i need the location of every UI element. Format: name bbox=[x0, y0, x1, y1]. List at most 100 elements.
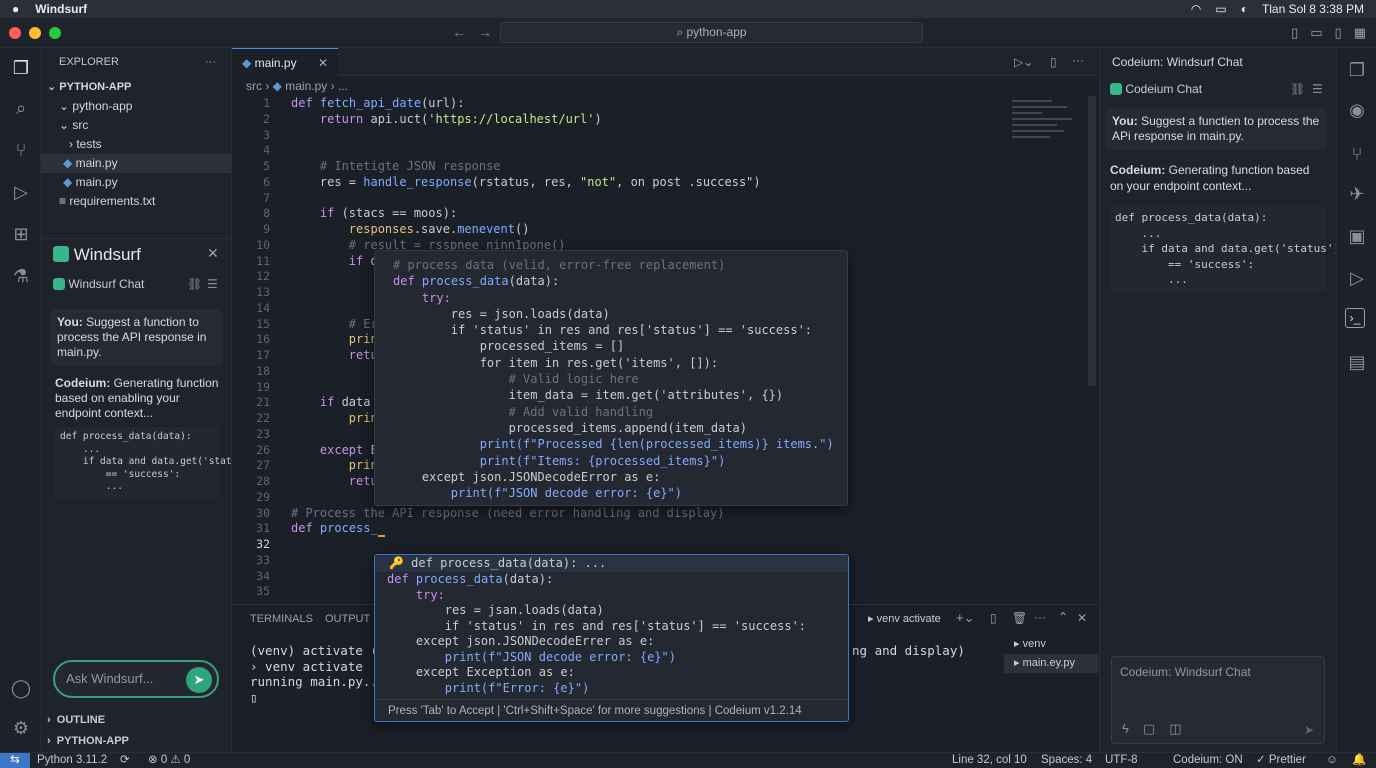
back-arrow-icon[interactable]: ← bbox=[452, 24, 478, 40]
trash-icon[interactable]: 🗑 bbox=[1012, 611, 1027, 625]
docker-icon[interactable]: ▤ bbox=[1345, 350, 1369, 374]
terminal-selector[interactable]: ▸ venv activate bbox=[868, 612, 941, 625]
send-icon[interactable]: ➤ bbox=[186, 667, 212, 693]
control-center-icon[interactable]: ◐ bbox=[1241, 2, 1248, 16]
breadcrumb-file[interactable]: main.py bbox=[285, 79, 327, 93]
toggle-secondary-sidebar-icon[interactable]: ▯ bbox=[1335, 25, 1342, 41]
toggle-sidebar-icon[interactable]: ▯ bbox=[1291, 25, 1298, 41]
command-center-search[interactable]: ⌕ python-app bbox=[500, 22, 923, 43]
attach-icon[interactable]: ▢ bbox=[1143, 721, 1169, 736]
account-icon[interactable]: ◯ bbox=[9, 676, 33, 700]
tree-item-python-app[interactable]: ⌄ python-app bbox=[41, 97, 231, 116]
list-icon[interactable]: ☰ bbox=[1312, 76, 1323, 102]
toggle-panel-icon[interactable]: ▭ bbox=[1310, 25, 1322, 41]
link-icon[interactable]: ⛓ bbox=[1290, 76, 1305, 102]
explorer-files-icon[interactable]: ❐ bbox=[9, 56, 33, 80]
line-number: 12 bbox=[256, 269, 270, 284]
record-icon[interactable]: ◉ bbox=[1345, 98, 1369, 122]
testing-flask-icon[interactable]: ⚗ bbox=[9, 264, 33, 288]
run-debug-icon[interactable]: ▷ bbox=[9, 180, 33, 204]
breadcrumb-src[interactable]: src bbox=[246, 79, 262, 93]
peek-line: for item in res.get('items', []): bbox=[393, 355, 719, 370]
menubar-clock[interactable]: Tlan Sol 8 3:38 PM bbox=[1262, 2, 1364, 16]
lightning-icon[interactable]: ϟ bbox=[1122, 721, 1143, 736]
codeium-status[interactable]: Codeium: ON bbox=[1173, 753, 1243, 768]
terminal-icon[interactable]: ›_ bbox=[1345, 308, 1365, 328]
minimize-window-button[interactable] bbox=[29, 26, 41, 39]
source-control-icon[interactable]: ⑂ bbox=[9, 138, 33, 162]
suggestion-header[interactable]: 🔑 def process_data(data): ... bbox=[375, 555, 848, 572]
remote-icon[interactable]: ▣ bbox=[1345, 224, 1369, 248]
minimap[interactable] bbox=[1012, 96, 1084, 206]
wifi-icon[interactable]: ◠ bbox=[1191, 2, 1201, 16]
tab-output[interactable]: OUTPUT bbox=[325, 613, 370, 625]
chat-input[interactable]: Codeium: Windsurf Chat ϟ▢◫ ➤ bbox=[1111, 656, 1325, 744]
search-icon[interactable]: ⌕ bbox=[9, 96, 33, 120]
settings-gear-icon[interactable]: ⚙ bbox=[9, 716, 33, 740]
link-icon[interactable]: ⛓ bbox=[187, 277, 202, 291]
suggestion-body[interactable]: def process_data(data): try: res = jsan.… bbox=[375, 572, 848, 696]
breadcrumb-rest[interactable]: ... bbox=[338, 79, 348, 93]
encoding[interactable]: UTF-8 bbox=[1105, 753, 1138, 768]
maximize-panel-icon[interactable]: ⌃ bbox=[1058, 610, 1068, 624]
window-titlebar: ←→ ⌕ python-app ▯ ▭ ▯ ▦ bbox=[0, 18, 1376, 48]
run-icon[interactable]: ▷⌄ bbox=[1014, 55, 1033, 69]
ask-windsurf-input[interactable]: Ask Windsurf... ➤ bbox=[53, 660, 219, 698]
copy-icon[interactable]: ❐ bbox=[1345, 58, 1369, 82]
split-terminal-icon[interactable]: ▯ bbox=[990, 611, 997, 625]
terminal-item-label: main.ey.py bbox=[1022, 657, 1075, 669]
close-panel-icon[interactable]: ✕ bbox=[1077, 611, 1087, 625]
menubar-app-name[interactable]: Windsurf bbox=[35, 2, 87, 16]
terminal-output[interactable]: (venv) activate (s › venv activate runni… bbox=[250, 643, 385, 705]
send-icon[interactable]: ➤ bbox=[1304, 723, 1314, 737]
play-circle-icon[interactable]: ▷ bbox=[1345, 266, 1369, 290]
apple-icon[interactable]: ● bbox=[12, 2, 19, 16]
problems-count[interactable]: ⊗ 0 ⚠ 0 bbox=[148, 753, 190, 768]
terminal-item-venv[interactable]: ▸ venv bbox=[1004, 635, 1098, 654]
close-icon[interactable]: ✕ bbox=[207, 245, 219, 262]
close-tab-icon[interactable]: ✕ bbox=[318, 49, 328, 77]
terminal-item-main[interactable]: ▸ main.ey.py bbox=[1004, 654, 1098, 673]
battery-icon[interactable]: ▭ bbox=[1215, 2, 1226, 16]
deploy-icon[interactable]: ✈ bbox=[1345, 182, 1369, 206]
more-actions-icon[interactable]: ··· bbox=[1034, 610, 1046, 624]
zoom-window-button[interactable] bbox=[49, 26, 61, 39]
source-control-icon[interactable]: ⑂ bbox=[1345, 142, 1369, 166]
cursor-position[interactable]: Line 32, col 10 bbox=[952, 753, 1027, 768]
feedback-icon[interactable]: ☺ bbox=[1326, 753, 1338, 768]
image-icon[interactable]: ◫ bbox=[1169, 721, 1195, 736]
tree-item-tests[interactable]: › tests bbox=[41, 135, 231, 154]
tree-item-label: main.py bbox=[75, 175, 118, 189]
peek-line: # Valid logic here bbox=[393, 372, 639, 387]
prettier-status[interactable]: ✓ Prettier bbox=[1256, 753, 1306, 768]
close-window-button[interactable] bbox=[9, 26, 21, 39]
remote-indicator-icon[interactable]: ⇆ bbox=[0, 753, 30, 768]
sync-icon[interactable]: ⟳ bbox=[120, 753, 130, 768]
tree-item-src[interactable]: ⌄ src bbox=[41, 116, 231, 135]
tree-item-main-py-selected[interactable]: ◆ main.py bbox=[41, 154, 231, 173]
line-number: 10 bbox=[256, 237, 270, 252]
add-terminal-icon[interactable]: +⌄ bbox=[956, 610, 974, 626]
more-actions-icon[interactable]: ··· bbox=[1072, 53, 1084, 67]
python-app-section[interactable]: › PYTHON-APP bbox=[47, 735, 129, 747]
layout-icon[interactable]: ▦ bbox=[1354, 25, 1366, 41]
codeium-icon bbox=[1110, 83, 1122, 95]
list-icon[interactable]: ☰ bbox=[207, 277, 218, 291]
editor-scrollbar[interactable] bbox=[1088, 96, 1096, 386]
tree-item-requirements[interactable]: ≡ requirements.txt bbox=[41, 192, 231, 211]
extensions-icon[interactable]: ⊞ bbox=[9, 222, 33, 246]
tree-root[interactable]: ⌄ PYTHON-APP bbox=[41, 78, 231, 97]
outline-section[interactable]: › OUTLINE bbox=[47, 714, 105, 726]
python-version[interactable]: Python 3.11.2 bbox=[37, 753, 107, 768]
peek-line: print(f"Items: {processed_items}") bbox=[393, 453, 726, 468]
tree-item-main-py[interactable]: ◆ main.py bbox=[41, 173, 231, 192]
more-actions-icon[interactable]: ··· bbox=[205, 48, 216, 76]
notifications-bell-icon[interactable]: 🔔 bbox=[1352, 753, 1366, 768]
tab-terminals[interactable]: TERMINALS bbox=[250, 613, 313, 625]
split-editor-icon[interactable]: ▯ bbox=[1050, 55, 1057, 69]
code-line: ... bbox=[60, 481, 123, 492]
indent-setting[interactable]: Spaces: 4 bbox=[1041, 753, 1092, 768]
chat-input-placeholder: Codeium: Windsurf Chat bbox=[1120, 665, 1251, 679]
tab-main-py[interactable]: ◆ main.py ✕ bbox=[232, 48, 338, 76]
